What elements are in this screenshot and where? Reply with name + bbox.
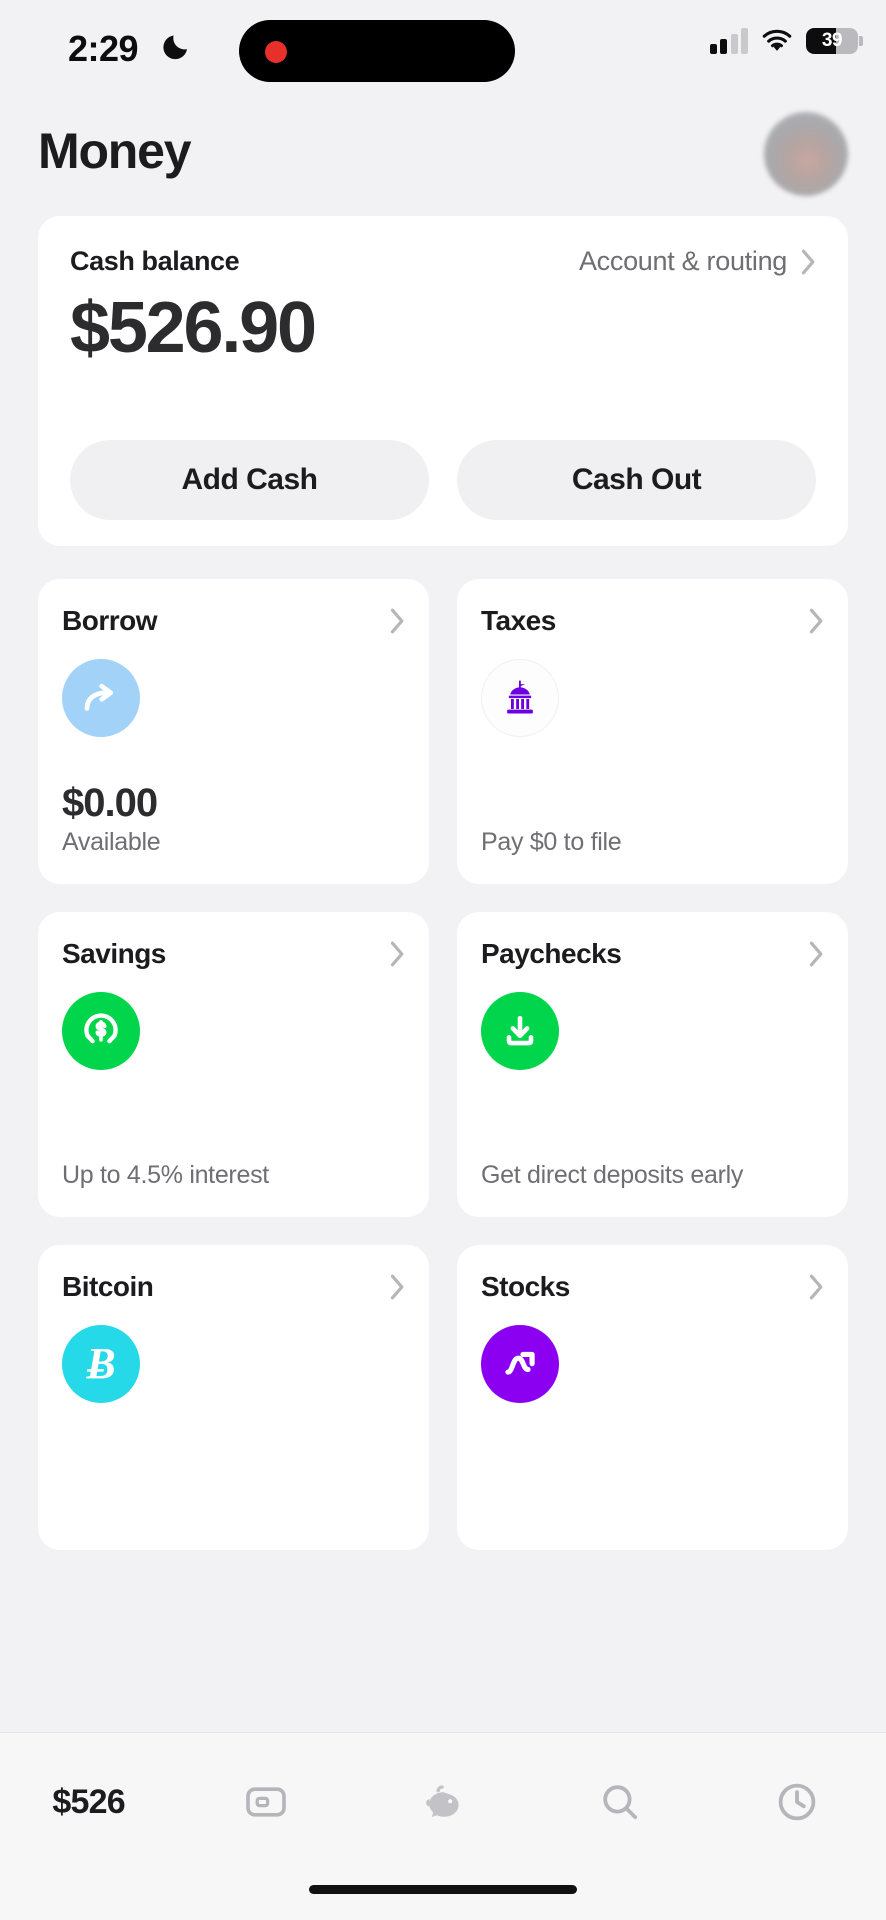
- piggy-bank-tab-icon: [426, 1785, 459, 1817]
- tile-subtitle: Available: [62, 828, 161, 857]
- tile-value: $0.00: [62, 781, 158, 826]
- main-content: Cash balance Account & routing $526.90 A…: [0, 216, 886, 1920]
- home-indicator: [309, 1885, 577, 1894]
- cash-balance-label: Cash balance: [70, 246, 240, 276]
- cellular-signal-icon: [709, 28, 748, 54]
- tile-title: Taxes: [481, 605, 556, 636]
- search-tab-icon: [603, 1785, 638, 1820]
- money-screen: 2:29 39 Money Cash balance Account & rou…: [0, 0, 886, 1920]
- chevron-right-icon: [809, 608, 823, 634]
- tile-bitcoin[interactable]: Bitcoin Ƀ: [38, 1245, 429, 1550]
- chevron-right-icon: [390, 941, 404, 967]
- moon-icon: [163, 35, 187, 60]
- chevron-right-icon: [801, 249, 815, 274]
- tile-taxes[interactable]: Taxes Pay $0 to file: [457, 579, 848, 884]
- page-title: Money: [38, 123, 192, 179]
- chevron-right-icon: [390, 1274, 404, 1300]
- tile-title: Stocks: [481, 1271, 570, 1302]
- status-indicators: 39: [709, 28, 863, 54]
- tile-paychecks[interactable]: Paychecks Get direct deposits early: [457, 912, 848, 1217]
- chevron-right-icon: [809, 941, 823, 967]
- dynamic-island: [239, 20, 515, 82]
- tab-savings[interactable]: [354, 1765, 531, 1839]
- government-building-icon: [481, 659, 559, 737]
- bitcoin-glyph: Ƀ: [86, 1339, 116, 1388]
- recording-dot-icon: [265, 41, 287, 63]
- cash-balance-header: Cash balance Account & routing: [38, 246, 848, 277]
- curved-arrow-icon: [62, 659, 140, 737]
- avatar[interactable]: [764, 112, 848, 196]
- cash-balance-amount: $526.90: [70, 288, 317, 368]
- balance-actions: Add Cash Cash Out: [70, 440, 816, 520]
- cash-balance-card: Cash balance Account & routing $526.90 A…: [38, 216, 848, 546]
- account-routing-link[interactable]: Account & routing: [579, 246, 816, 277]
- tile-stocks[interactable]: Stocks: [457, 1245, 848, 1550]
- add-cash-button[interactable]: Add Cash: [70, 440, 429, 520]
- tab-card[interactable]: [177, 1765, 354, 1839]
- tile-title: Bitcoin: [62, 1271, 154, 1302]
- direct-deposit-download-icon: [481, 992, 559, 1070]
- battery-icon: 39: [806, 28, 863, 54]
- account-routing-label: Account & routing: [578, 246, 787, 276]
- tile-borrow[interactable]: Borrow $0.00 Available: [38, 579, 429, 884]
- tab-search[interactable]: [532, 1765, 709, 1839]
- tab-money-label: $526: [52, 1782, 125, 1821]
- bitcoin-icon: Ƀ: [62, 1325, 140, 1403]
- chevron-right-icon: [390, 608, 404, 634]
- tile-title: Savings: [62, 938, 166, 969]
- chevron-right-icon: [809, 1274, 823, 1300]
- status-bar: 2:29 39: [0, 0, 886, 100]
- status-time: 2:29: [68, 28, 139, 69]
- tile-title: Paychecks: [481, 938, 622, 969]
- tile-savings[interactable]: Savings Up to 4.5% interest: [38, 912, 429, 1217]
- wifi-icon: [762, 29, 792, 51]
- savings-dollar-circle-icon: [62, 992, 140, 1070]
- tile-subtitle: Get direct deposits early: [481, 1161, 744, 1190]
- tile-subtitle: Up to 4.5% interest: [62, 1161, 269, 1190]
- bottom-tab-bar: $526: [0, 1732, 886, 1920]
- tile-subtitle: Pay $0 to file: [481, 828, 622, 857]
- cash-out-button[interactable]: Cash Out: [457, 440, 816, 520]
- card-tab-icon: [245, 1787, 286, 1817]
- tab-money[interactable]: $526: [0, 1765, 177, 1839]
- stocks-trend-icon: [481, 1325, 559, 1403]
- tab-activity[interactable]: [709, 1765, 886, 1839]
- battery-level: 39: [821, 30, 843, 51]
- feature-tiles-grid: Borrow $0.00 Available Taxes Pay $0 to f…: [0, 579, 886, 1550]
- tile-title: Borrow: [62, 605, 158, 636]
- page-header: Money: [0, 100, 886, 216]
- activity-clock-tab-icon: [779, 1783, 816, 1821]
